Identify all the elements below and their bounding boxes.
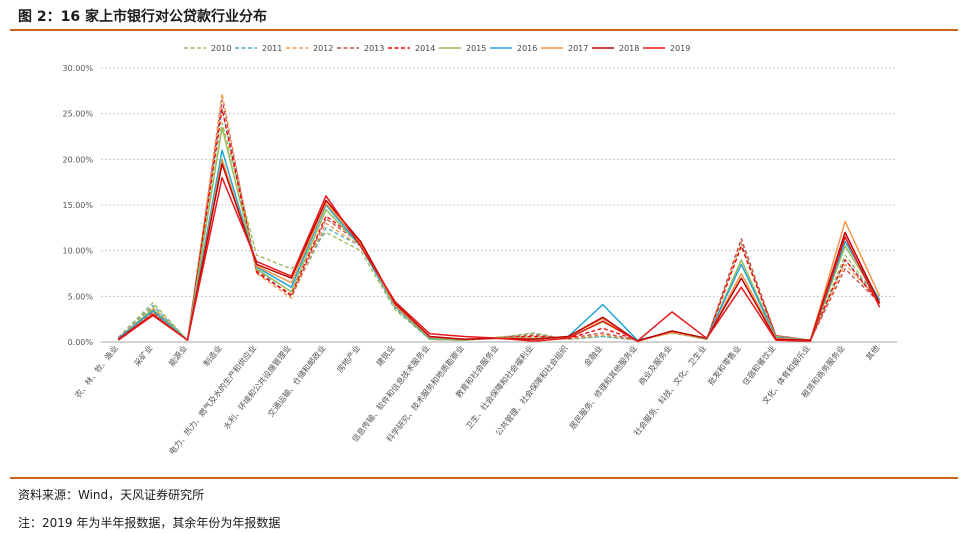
figure-title-row: 图 2：16 家上市银行对公贷款行业分布 (18, 6, 267, 30)
footnote: 注：2019 年为半年报数据，其余年份为年报数据 (18, 516, 281, 530)
y-tick-label: 10.00% (62, 247, 93, 256)
x-tick-label: 建筑业 (374, 343, 397, 368)
series-line-2013 (117, 99, 881, 341)
x-tick-label: 社会服务、科技、文化、卫生业 (631, 343, 708, 437)
x-tick-label: 水利、环境和公共设施管理业 (221, 343, 293, 431)
legend-label-2014: 2014 (415, 44, 435, 53)
legend-label-2013: 2013 (364, 44, 384, 53)
x-tick-label: 农、林、牧、渔业 (73, 343, 120, 400)
x-tick-label: 住宿和餐饮业 (740, 343, 777, 387)
y-tick-label: 25.00% (62, 110, 93, 119)
x-tick-label: 采矿业 (132, 343, 155, 368)
legend-label-2016: 2016 (517, 44, 537, 53)
x-tick-label: 其他 (864, 343, 882, 362)
x-tick-label: 商业及服务业 (636, 343, 673, 387)
legend-label-2011: 2011 (262, 44, 282, 53)
legend-label-2010: 2010 (211, 44, 231, 53)
figure-title: 图 2：16 家上市银行对公贷款行业分布 (18, 9, 267, 25)
title-divider (10, 29, 958, 31)
legend-label-2018: 2018 (619, 44, 639, 53)
x-tick-label: 公共管理、社会保障和社会组织 (493, 343, 570, 437)
y-tick-label: 30.00% (62, 64, 93, 73)
legend-label-2012: 2012 (313, 44, 333, 53)
x-tick-label: 制造业 (201, 343, 224, 368)
legend-label-2017: 2017 (568, 44, 588, 53)
x-tick-label: 能源业 (166, 343, 189, 368)
y-tick-label: 0.00% (68, 338, 94, 347)
x-tick-label: 卫生、社会保障和社会福利业 (463, 343, 535, 431)
x-tick-label: 交通运输、仓储和邮政业 (265, 343, 327, 419)
line-chart: 0.00% 5.00% 10.00% 15.00% 20.00% 25.00% 30.00%… (62, 44, 897, 456)
source-note: 资料来源：Wind，天风证券研究所 (18, 488, 205, 502)
x-tick-label: 批发和零售业 (705, 343, 742, 387)
x-tick-label: 居民服务、修理和其他服务业 (567, 343, 639, 431)
legend-label-2015: 2015 (466, 44, 486, 53)
y-tick-label: 15.00% (62, 201, 93, 210)
y-tick-label: 5.00% (68, 292, 94, 301)
legend-label-2019: 2019 (670, 44, 690, 53)
x-tick-label: 金融业 (582, 343, 605, 368)
y-tick-label: 20.00% (62, 155, 93, 164)
x-tick-label: 房地产业 (335, 343, 363, 374)
source-divider (10, 477, 958, 479)
series-line-2012 (117, 92, 881, 341)
